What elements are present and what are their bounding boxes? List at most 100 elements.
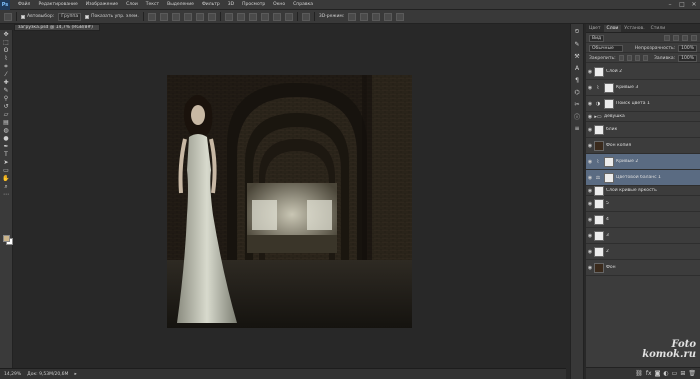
link-layers-icon[interactable]: ⛓ [635,370,643,377]
align-top-icon[interactable] [147,12,156,21]
eraser-tool-icon[interactable]: ▱ [2,111,11,118]
path-select-tool-icon[interactable]: ➤ [2,159,11,166]
3d-rotate-icon[interactable] [348,12,357,21]
layer-row[interactable]: ◉ 2 [586,244,700,260]
layer-thumbnail[interactable] [594,198,604,209]
layer-name[interactable]: Поиск цвета 1 [616,101,650,106]
filter-pixel-icon[interactable] [664,35,670,41]
blur-tool-icon[interactable]: ◍ [2,127,11,134]
menu-edit[interactable]: Редактирование [34,2,81,7]
transform-controls-checkbox[interactable]: Показать упр. элем. [85,14,139,19]
layer-row[interactable]: ◉ блик [586,122,700,138]
close-button[interactable]: ✕ [688,0,700,10]
history-brush-tool-icon[interactable]: ↺ [2,103,11,110]
tab-styles[interactable]: Стили [648,25,669,32]
tab-adjustments[interactable]: Установ. [621,25,647,32]
layer-row[interactable]: ◉ 4 [586,212,700,228]
layer-thumbnail[interactable] [594,124,604,135]
tool-presets-icon[interactable]: ⚒ [573,52,581,60]
lock-transparent-icon[interactable] [618,55,624,61]
distribute-middle-icon[interactable] [236,12,245,21]
layer-name[interactable]: Слой 2 [606,69,622,74]
opacity-input[interactable]: 100% [678,44,697,52]
zoom-level[interactable]: 14,29% [4,372,21,377]
visibility-eye-icon[interactable]: ◉ [586,188,594,194]
brush-tool-icon[interactable]: ✎ [2,87,11,94]
status-menu-arrow-icon[interactable]: ▸ [74,372,76,377]
marquee-tool-icon[interactable]: ⬚ [2,39,11,46]
distribute-center-icon[interactable] [272,12,281,21]
canvas-image[interactable] [167,75,412,328]
layer-row[interactable]: ◉ Фон [586,260,700,276]
gradient-tool-icon[interactable]: ▤ [2,119,11,126]
visibility-eye-icon[interactable]: ◉ [586,143,594,149]
tab-layers[interactable]: Слои [603,25,622,32]
layer-thumbnail[interactable] [594,246,604,257]
paths-panel-icon[interactable]: ✂ [573,100,581,108]
autoselect-dropdown[interactable]: Группа [58,12,82,21]
visibility-eye-icon[interactable]: ◉ [586,265,594,271]
layer-row[interactable]: ◉ ⌇ Кривые 2 [586,154,700,170]
layer-row[interactable]: ◉ 3 [586,228,700,244]
visibility-eye-icon[interactable]: ◉ [586,201,594,207]
maximize-button[interactable]: □ [676,0,688,10]
align-center-icon[interactable] [195,12,204,21]
move-tool-icon[interactable]: ✥ [2,31,11,38]
layer-row[interactable]: ◉ ⌇ Кривые 3 [586,80,700,96]
move-tool-icon[interactable] [4,12,12,21]
layer-mask-thumbnail[interactable] [604,172,614,183]
visibility-eye-icon[interactable]: ◉ [586,159,594,165]
folder-icon[interactable]: ▸▭ [594,113,602,121]
distribute-left-icon[interactable] [260,12,269,21]
zoom-tool-icon[interactable]: ⌕ [2,183,11,190]
new-adjustment-icon[interactable]: ◐ [663,370,668,377]
lock-all-icon[interactable] [642,55,649,61]
menu-file[interactable]: Файл [14,2,34,7]
layer-name[interactable]: 5 [606,201,609,206]
layer-name[interactable]: Фон копия [606,143,631,148]
menu-filter[interactable]: Фильтр [198,2,224,7]
properties-panel-icon[interactable]: ≡ [573,124,581,132]
dodge-tool-icon[interactable]: ● [2,135,11,142]
menu-image[interactable]: Изображение [82,2,122,7]
3d-scale-icon[interactable] [396,12,405,21]
paragraph-panel-icon[interactable]: ¶ [573,76,581,84]
type-tool-icon[interactable]: T [2,151,11,158]
lasso-tool-icon[interactable]: ʘ [2,47,11,54]
minimize-button[interactable]: – [664,0,676,10]
lock-position-icon[interactable] [634,55,640,61]
layer-name[interactable]: Кривые 3 [616,85,638,90]
layer-name[interactable]: 2 [606,249,609,254]
distribute-top-icon[interactable] [224,12,233,21]
align-middle-icon[interactable] [159,12,168,21]
pen-tool-icon[interactable]: ✒ [2,143,11,150]
layer-thumbnail[interactable] [594,140,604,151]
layer-row[interactable]: ◉ Слой 2 [586,64,700,80]
visibility-eye-icon[interactable]: ◉ [586,101,594,107]
menu-3d[interactable]: 3D [224,2,238,7]
layer-style-icon[interactable]: fx [646,370,652,377]
document-tab[interactable]: загрузка.psd @ 14,7% (RGB/8#) [14,24,100,31]
autoselect-checkbox[interactable]: Автовыбор: [21,14,54,19]
3d-slide-icon[interactable] [384,12,393,21]
new-group-icon[interactable]: ▭ [672,370,678,377]
blend-mode-dropdown[interactable]: Обычные [589,44,623,52]
layer-name[interactable]: 4 [606,217,609,222]
layer-thumbnail[interactable] [594,66,604,77]
3d-pan-icon[interactable] [372,12,381,21]
align-right-icon[interactable] [207,12,216,21]
add-mask-icon[interactable]: ◙ [655,370,661,377]
filter-shape-icon[interactable] [691,35,697,41]
visibility-eye-icon[interactable]: ◉ [586,175,594,181]
layer-row[interactable]: ◉ 5 [586,196,700,212]
lock-image-icon[interactable] [626,55,632,61]
foreground-color-swatch[interactable] [3,235,10,242]
3d-roll-icon[interactable] [360,12,369,21]
align-left-icon[interactable] [183,12,192,21]
crop-tool-icon[interactable]: ⌗ [2,63,11,70]
visibility-eye-icon[interactable]: ◉ [586,69,594,75]
layer-thumbnail[interactable] [594,230,604,241]
menu-layers[interactable]: Слои [122,2,142,7]
tab-color[interactable]: Цвет [586,25,604,32]
visibility-eye-icon[interactable]: ◉ [586,114,594,120]
